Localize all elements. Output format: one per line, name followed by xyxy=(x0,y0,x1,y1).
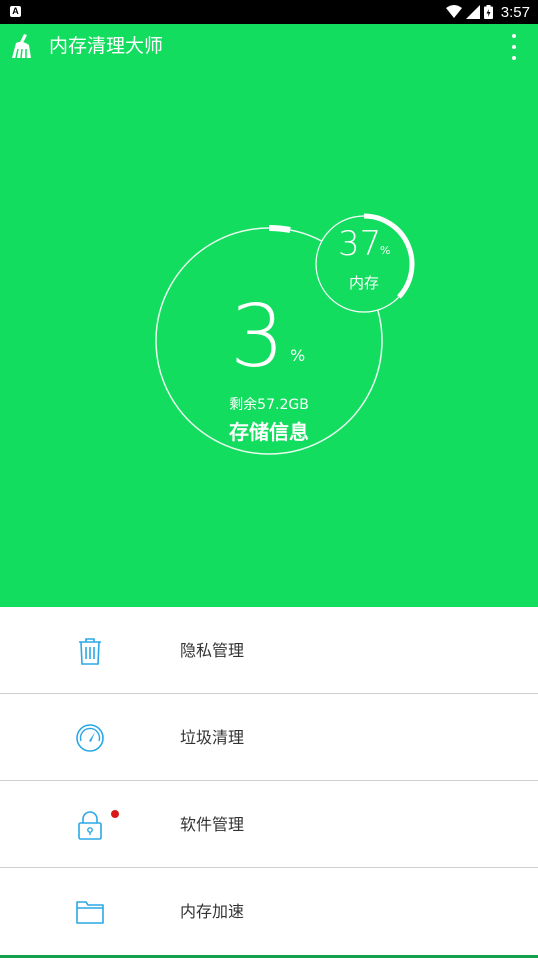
storage-progress-arc xyxy=(268,225,291,233)
wifi-icon xyxy=(445,5,462,18)
lock-icon xyxy=(78,811,102,840)
storage-percent-sign: % xyxy=(290,346,306,365)
menu-item-app-manage[interactable]: 软件管理 xyxy=(0,781,538,868)
signal-icon xyxy=(465,5,480,19)
menu-list: 隐私管理 垃圾清理 软件管理 内存加速 xyxy=(0,607,538,955)
storage-percent: 3 xyxy=(230,287,285,387)
menu-item-label: 软件管理 xyxy=(180,815,245,834)
menu-item-label: 垃圾清理 xyxy=(180,728,245,747)
menu-item-label: 隐私管理 xyxy=(180,641,245,660)
menu-item-junk-clean[interactable]: 垃圾清理 xyxy=(0,694,538,781)
memory-percent-sign: % xyxy=(380,244,391,257)
storage-remaining: 剩余57.2GB xyxy=(229,397,309,413)
notification-badge xyxy=(111,810,119,818)
status-icons: 3:57 xyxy=(445,0,530,24)
status-time: 3:57 xyxy=(500,3,530,21)
folder-icon xyxy=(76,901,104,924)
battery-icon xyxy=(483,5,493,19)
memory-label[interactable]: 内存 xyxy=(334,272,394,293)
storage-info-label[interactable]: 存储信息 xyxy=(190,416,348,445)
menu-item-memory-boost[interactable]: 内存加速 xyxy=(0,868,538,955)
memory-percent: 37 xyxy=(338,224,382,264)
gauge-icon xyxy=(76,724,104,752)
dashboard-header: 内存清理大师 3 % 剩余57.2GB 存储信息 37 % 内存 xyxy=(0,24,538,607)
trash-bin-icon xyxy=(79,638,101,665)
notification-icon: A xyxy=(10,6,21,17)
menu-item-privacy[interactable]: 隐私管理 xyxy=(0,607,538,694)
menu-item-label: 内存加速 xyxy=(180,902,245,921)
status-bar: A 3:57 xyxy=(0,0,538,24)
